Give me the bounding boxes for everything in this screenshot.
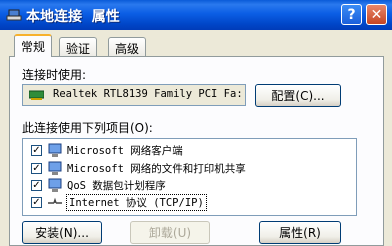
components-list[interactable]: ✓ Microsoft 网络客户端 ✓ Microsoft 网络的文件和打印机共… [22,138,357,216]
item-label: Internet 协议 (TCP/IP) [66,194,207,211]
checkbox-file-sharing[interactable]: ✓ [31,163,42,174]
checkbox-tcpip[interactable]: ✓ [31,197,42,208]
uninstall-button[interactable]: 卸载(U) [130,221,210,244]
close-button[interactable]: ✕ [366,4,387,25]
adapter-field: Realtek RTL8139 Family PCI Fa: [22,84,246,106]
configure-button[interactable]: 配置(C)... [255,84,341,107]
properties-button[interactable]: 属性(R) [259,221,341,244]
checkbox-client[interactable]: ✓ [31,145,42,156]
client-icon [48,143,62,157]
window-title: 本地连接 属性 [26,9,120,25]
qos-icon [48,178,62,192]
item-label: Microsoft 网络客户端 [67,145,183,157]
service-icon [48,161,62,175]
tab-authentication[interactable]: 验证 [59,37,98,56]
network-adapter-icon [29,90,44,100]
protocol-icon [48,197,62,204]
connect-using-label: 连接时使用: [22,68,87,82]
list-item[interactable]: ✓ Internet 协议 (TCP/IP) [29,194,349,211]
tab-advanced[interactable]: 高级 [108,37,147,56]
item-label: Microsoft 网络的文件和打印机共享 [67,163,246,175]
list-item[interactable]: ✓ Microsoft 网络客户端 [29,143,349,159]
list-item[interactable]: ✓ QoS 数据包计划程序 [29,178,349,194]
items-label: 此连接使用下列项目(O): [22,121,153,135]
checkbox-qos[interactable]: ✓ [31,180,42,191]
list-item[interactable]: ✓ Microsoft 网络的文件和打印机共享 [29,161,349,177]
network-connection-icon [6,9,22,21]
tab-general[interactable]: 常规 [14,34,53,57]
help-button[interactable]: ? [341,4,362,25]
title-bar[interactable]: 本地连接 属性 ? ✕ [0,0,392,30]
item-label: QoS 数据包计划程序 [67,180,166,192]
adapter-name: Realtek RTL8139 Family PCI Fa: [53,88,243,100]
install-button[interactable]: 安装(N)... [22,221,102,244]
